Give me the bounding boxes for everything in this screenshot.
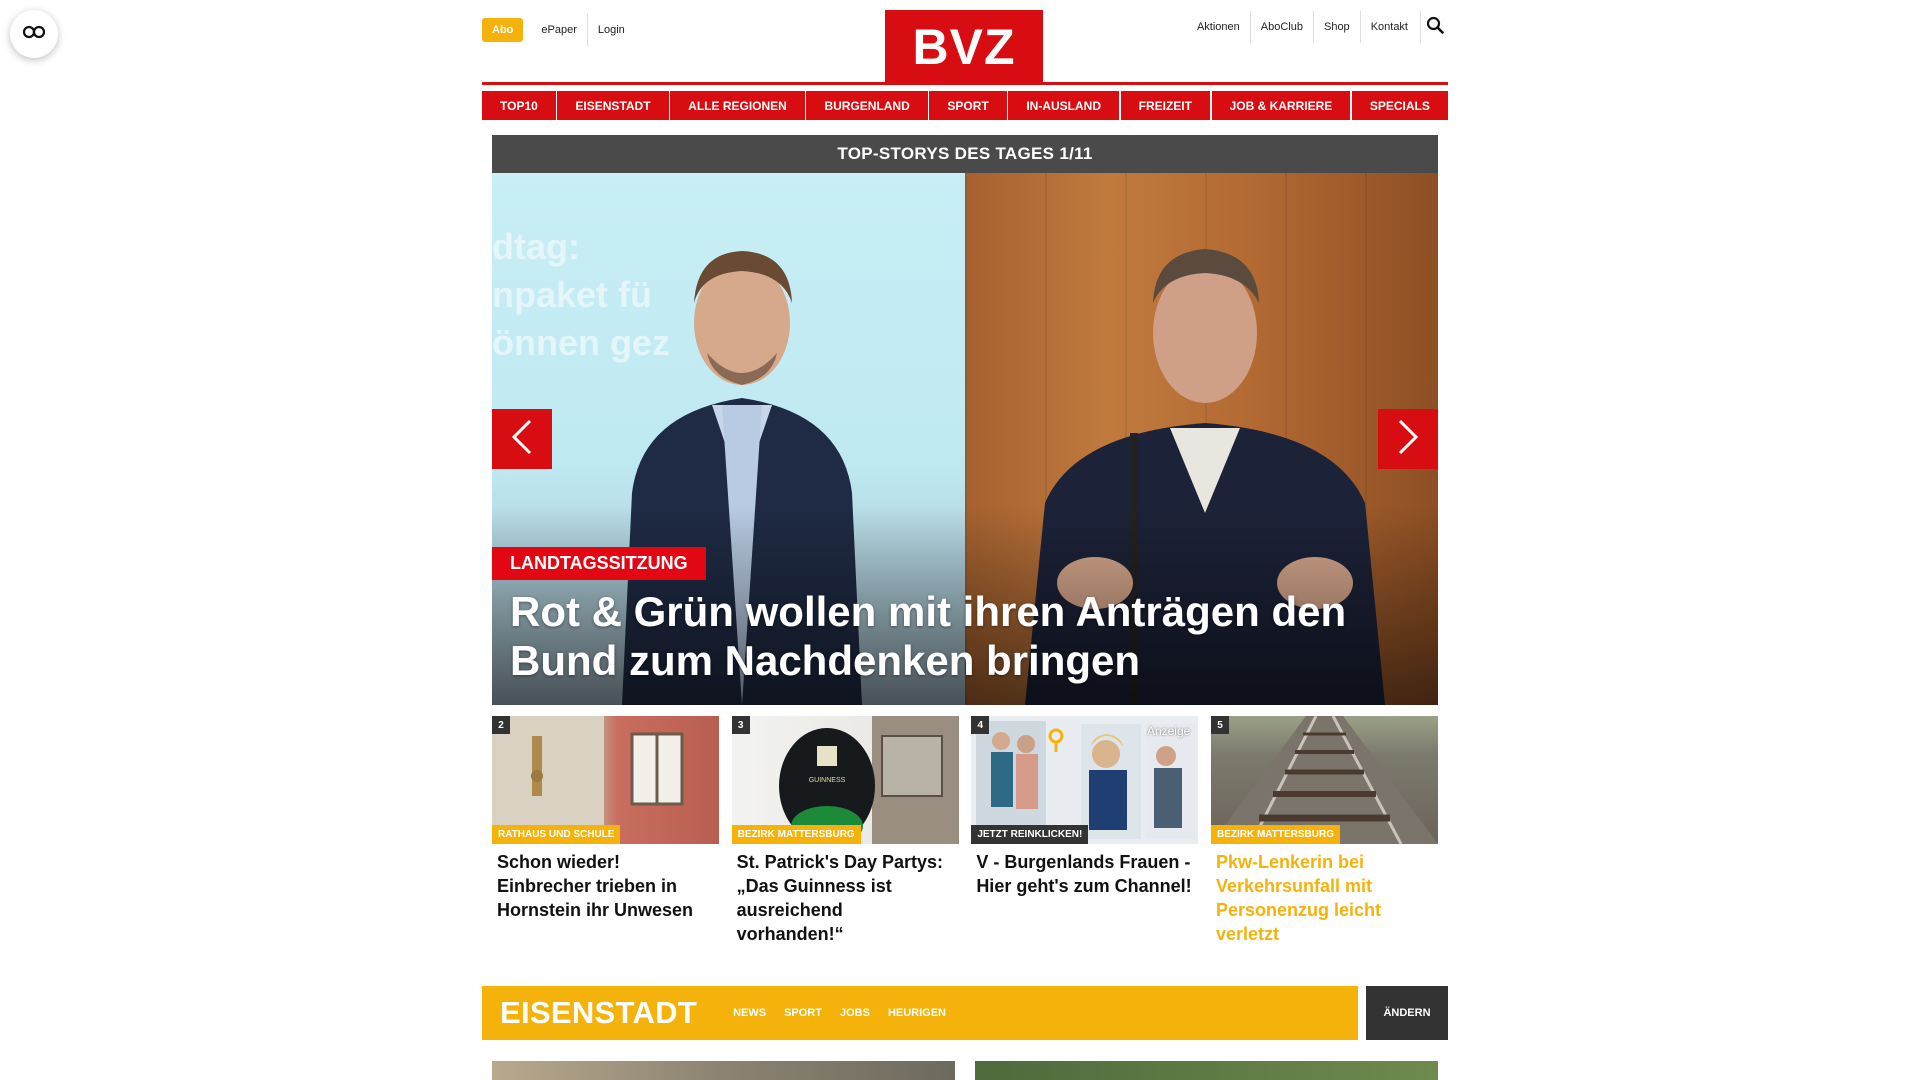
teaser-title[interactable]: Pkw-Lenkerin bei Verkehrsunfall mit Pers… [1211, 844, 1438, 946]
slider-next-button[interactable] [1378, 409, 1438, 469]
svg-text:GUINNESS: GUINNESS [808, 777, 845, 784]
chevron-right-icon [1397, 419, 1419, 460]
nav-item-burgenland[interactable]: BURGENLAND [806, 91, 928, 120]
kontakt-link[interactable]: Kontakt [1359, 11, 1418, 43]
change-region-button[interactable]: ÄNDERN [1366, 986, 1448, 1040]
search-icon [1426, 16, 1444, 39]
region-bar: EISENSTADT NEWS SPORT JOBS HEURIGEN [482, 986, 1358, 1040]
teaser-title[interactable]: Schon wieder! Einbrecher trieben in Horn… [492, 844, 719, 922]
slider-header: TOP-STORYS DES TAGES 1/11 [492, 135, 1438, 173]
region-link-jobs[interactable]: JOBS [840, 1007, 870, 1019]
teaser-category[interactable]: JETZT REINKLICKEN! [971, 825, 1089, 844]
teaser-rank: 2 [492, 716, 510, 734]
teaser-category[interactable]: BEZIRK MATTERSBURG [1210, 825, 1340, 844]
abo-button[interactable]: Abo [482, 18, 524, 42]
nav-item-eisenstadt[interactable]: EISENSTADT [557, 91, 669, 120]
teaser-category[interactable]: BEZIRK MATTERSBURG [731, 825, 861, 844]
chevron-left-icon [511, 419, 533, 460]
region-link-sport[interactable]: SPORT [784, 1007, 822, 1019]
teaser-rank: 5 [1210, 716, 1229, 734]
teaser-title[interactable]: St. Patrick's Day Partys: „Das Guinness … [732, 844, 959, 946]
top-right-links: Aktionen AboClub Shop Kontakt [1185, 11, 1448, 43]
aktionen-link[interactable]: Aktionen [1187, 11, 1250, 43]
epaper-link[interactable]: ePaper [531, 14, 586, 46]
nav-item-in-ausland[interactable]: IN-AUSLAND [1008, 91, 1120, 120]
teaser-rank: 4 [971, 716, 990, 734]
hero-category-tag[interactable]: LANDTAGSSITZUNG [492, 547, 706, 580]
glasses-icon [22, 25, 46, 44]
nav-item-top10[interactable]: TOP10 [482, 91, 556, 120]
story-teasers: 2 RATHAUS UND SCHULE Schon wieder! Einbr… [492, 716, 1438, 946]
teaser-image[interactable]: 2 RATHAUS UND SCHULE [492, 716, 719, 844]
ad-label: Anzeige [1146, 724, 1191, 738]
teaser-image[interactable]: GUINNESS 3 BEZIRK MATTERSBURG [731, 716, 959, 844]
teaser-rank: 3 [731, 716, 750, 734]
region-title[interactable]: EISENSTADT [482, 995, 697, 1031]
nav-item-freizeit[interactable]: FREIZEIT [1120, 91, 1210, 120]
nav-item-specials[interactable]: SPECIALS [1351, 91, 1448, 120]
main-nav: TOP10 EISENSTADT ALLE REGIONEN BURGENLAN… [482, 91, 1448, 120]
teaser-card[interactable]: Anzeige 4 JETZT REINKLICKEN! V - Burgenl… [971, 716, 1199, 946]
teaser-category[interactable]: RATHAUS UND SCHULE [492, 825, 621, 844]
nav-item-sport[interactable]: SPORT [929, 91, 1007, 120]
nav-item-job-karriere[interactable]: JOB & KARRIERE [1211, 91, 1351, 120]
top-left-links: Abo ePaper Login [482, 14, 635, 46]
hero-story[interactable]: dtag: npaket fü önnen gez LANDTAGSSITZUN… [492, 173, 1438, 705]
teaser-card[interactable]: 2 RATHAUS UND SCHULE Schon wieder! Einbr… [492, 716, 719, 946]
search-button[interactable] [1420, 11, 1448, 43]
teaser-image[interactable]: 5 BEZIRK MATTERSBURG [1210, 716, 1438, 844]
header-divider [482, 82, 1448, 85]
slider-prev-button[interactable] [492, 409, 552, 469]
nav-item-alle-regionen[interactable]: ALLE REGIONEN [670, 91, 805, 120]
region-link-heurigen[interactable]: HEURIGEN [888, 1007, 946, 1019]
teaser-title[interactable]: V - Burgenlands Frauen - Hier geht's zum… [971, 844, 1198, 898]
bvz-logo[interactable]: BVZ [885, 10, 1043, 84]
site-container: Abo ePaper Login BVZ Aktionen AboClub Sh… [482, 0, 1448, 1080]
top-bar: Abo ePaper Login BVZ Aktionen AboClub Sh… [482, 0, 1448, 84]
region-story-image[interactable] [492, 1061, 955, 1080]
shop-link[interactable]: Shop [1312, 11, 1360, 43]
login-link[interactable]: Login [586, 14, 635, 46]
aboclub-link[interactable]: AboClub [1249, 11, 1313, 43]
region-link-news[interactable]: NEWS [733, 1007, 766, 1019]
teaser-card[interactable]: 5 BEZIRK MATTERSBURG Pkw-Lenkerin bei Ve… [1210, 716, 1438, 946]
region-section-header: EISENSTADT NEWS SPORT JOBS HEURIGEN ÄNDE… [482, 986, 1448, 1040]
region-story-image[interactable] [975, 1061, 1438, 1080]
region-story-images [492, 1061, 1438, 1080]
accessibility-button[interactable] [10, 10, 58, 58]
teaser-image[interactable]: Anzeige 4 JETZT REINKLICKEN! [971, 716, 1199, 844]
hero-headline[interactable]: Rot & Grün wollen mit ihren Anträgen den… [510, 587, 1420, 685]
top-stories-slider: TOP-STORYS DES TAGES 1/11 dtag: npaket f… [492, 135, 1438, 705]
teaser-card[interactable]: GUINNESS 3 BEZIRK MATTERSBURG St. Patric… [731, 716, 959, 946]
